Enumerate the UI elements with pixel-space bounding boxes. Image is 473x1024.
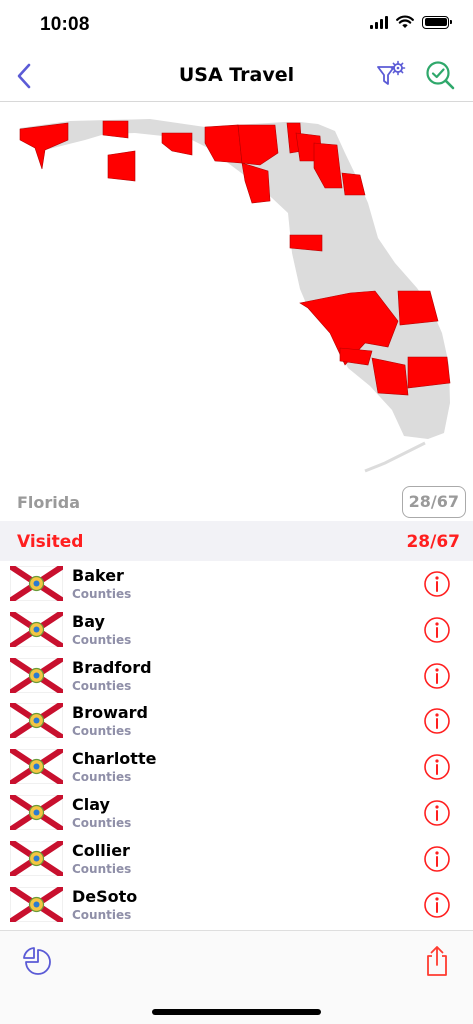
county-name: Baker: [72, 566, 124, 585]
info-icon[interactable]: [423, 845, 451, 873]
filter-button[interactable]: [375, 59, 407, 91]
signal-icon: [370, 15, 388, 29]
florida-flag-icon: [10, 886, 63, 922]
info-icon[interactable]: [423, 753, 451, 781]
county-name: Broward: [72, 703, 148, 723]
info-icon[interactable]: [423, 570, 451, 598]
share-icon: [427, 946, 447, 976]
county-type: Counties: [72, 678, 132, 693]
florida-flag-icon: [10, 794, 63, 830]
florida-flag-icon: [10, 657, 63, 693]
list-item[interactable]: Broward Counties: [0, 698, 473, 744]
florida-map[interactable]: [0, 103, 473, 483]
list-item[interactable]: Clay Counties: [0, 790, 473, 836]
map-area: Florida 28/67: [0, 103, 473, 521]
section-count: 28/67: [406, 532, 460, 552]
county-name: Clay: [72, 794, 110, 814]
county-type: Counties: [72, 587, 132, 601]
county-type: Counties: [72, 815, 132, 830]
status-time: 10:08: [40, 14, 90, 35]
info-icon[interactable]: [423, 662, 451, 690]
florida-flag-icon: [10, 703, 63, 739]
filter-gear-icon: [377, 60, 406, 85]
florida-flag-icon: [10, 611, 63, 647]
section-header: Visited 28/67: [0, 521, 473, 561]
county-name: Collier: [72, 840, 130, 860]
status-bar: 10:08: [0, 0, 473, 50]
list-item[interactable]: Bradford Counties: [0, 653, 473, 699]
info-icon[interactable]: [423, 799, 451, 827]
florida-flag-icon: [10, 840, 63, 876]
bottom-toolbar: [0, 930, 473, 1024]
county-type: Counties: [72, 770, 132, 785]
battery-icon: [422, 15, 452, 29]
county-list: Baker Counties Bay Counties Bradford Cou…: [0, 561, 473, 927]
visited-count-badge: 28/67: [401, 486, 466, 518]
state-name: Florida: [17, 493, 81, 512]
list-item[interactable]: Bay Counties: [0, 607, 473, 653]
done-button[interactable]: [424, 59, 456, 91]
florida-flag-icon: [10, 566, 63, 601]
pie-chart-icon: [23, 947, 51, 975]
info-icon[interactable]: [423, 891, 451, 919]
navigation-bar: USA Travel: [0, 50, 473, 102]
county-type: Counties: [72, 724, 132, 739]
county-type: Counties: [72, 907, 132, 922]
section-title: Visited: [17, 532, 84, 552]
list-item[interactable]: Collier Counties: [0, 836, 473, 882]
florida-flag-icon: [10, 749, 63, 785]
county-type: Counties: [72, 632, 132, 647]
status-icons: [370, 15, 452, 29]
keys-shape: [364, 441, 426, 473]
share-button[interactable]: [421, 944, 453, 978]
county-name: Charlotte: [72, 749, 157, 769]
info-icon[interactable]: [423, 707, 451, 735]
county-name: Bay: [72, 611, 105, 631]
list-item[interactable]: DeSoto Counties: [0, 882, 473, 928]
list-item[interactable]: Baker Counties: [0, 561, 473, 607]
county-type: Counties: [72, 861, 132, 876]
wifi-icon: [396, 15, 414, 28]
home-indicator: [152, 1009, 321, 1015]
check-search-icon: [426, 61, 455, 90]
county-name: DeSoto: [72, 886, 138, 906]
info-icon[interactable]: [423, 616, 451, 644]
county-name: Bradford: [72, 657, 152, 677]
statistics-button[interactable]: [22, 946, 54, 978]
list-item[interactable]: Charlotte Counties: [0, 744, 473, 790]
